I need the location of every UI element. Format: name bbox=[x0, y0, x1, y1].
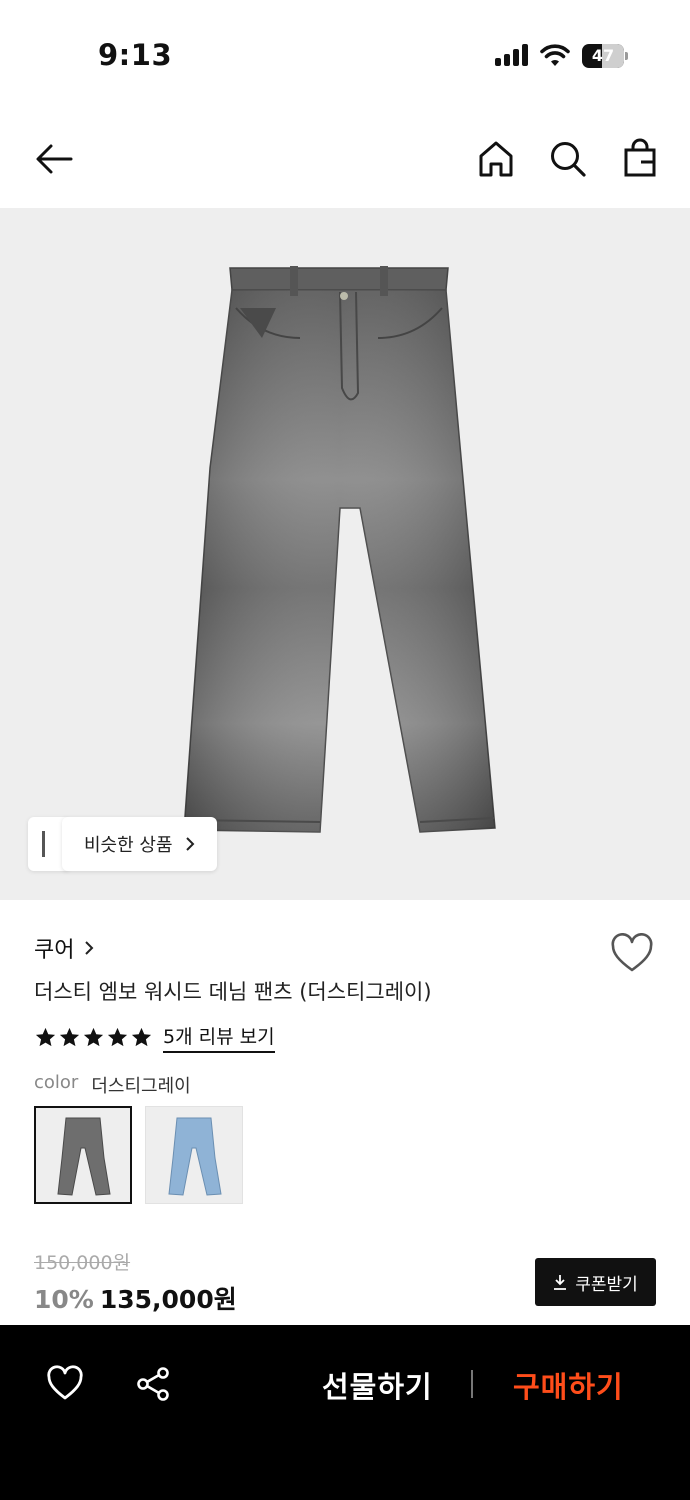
bottom-divider bbox=[471, 1370, 473, 1398]
home-icon[interactable] bbox=[475, 138, 517, 180]
star-icon bbox=[59, 1027, 80, 1047]
star-icon bbox=[83, 1027, 104, 1047]
price-row: 10% 135,000원 bbox=[34, 1280, 237, 1316]
review-link[interactable]: 5개 리뷰 보기 bbox=[163, 1022, 275, 1053]
star-icon bbox=[35, 1027, 56, 1047]
download-icon bbox=[554, 1275, 567, 1290]
product-image[interactable] bbox=[0, 208, 690, 900]
jeans-photo bbox=[183, 266, 496, 833]
similar-products-button[interactable]: 비슷한 상품 bbox=[62, 817, 217, 871]
status-time: 9:13 bbox=[98, 38, 173, 72]
battery-level: 47 bbox=[591, 46, 615, 65]
color-swatch-blue[interactable] bbox=[145, 1106, 243, 1204]
coupon-label: 쿠폰받기 bbox=[575, 1274, 638, 1295]
buy-button[interactable]: 구매하기 bbox=[513, 1364, 624, 1406]
sale-price: 135,000원 bbox=[99, 1285, 237, 1314]
color-swatch-gray[interactable] bbox=[34, 1106, 132, 1204]
rating-row: 5개 리뷰 보기 bbox=[34, 1022, 275, 1053]
wishlist-heart-icon[interactable] bbox=[610, 933, 654, 975]
wifi-icon bbox=[540, 44, 570, 66]
shopping-bag-icon[interactable] bbox=[619, 138, 661, 180]
coupon-download-button[interactable]: 쿠폰받기 bbox=[535, 1258, 656, 1306]
product-title: 더스티 엠보 워시드 데님 팬츠 (더스티그레이) bbox=[34, 980, 432, 1004]
battery-icon: 47 bbox=[582, 44, 628, 68]
gray-jeans-thumbnail bbox=[57, 1117, 111, 1196]
gift-button[interactable]: 선물하기 bbox=[322, 1364, 433, 1406]
chevron-right-icon bbox=[85, 941, 94, 955]
discount-rate: 10% bbox=[34, 1285, 94, 1314]
original-price: 150,000원 bbox=[34, 1252, 131, 1274]
star-icon bbox=[107, 1027, 128, 1047]
back-arrow-icon[interactable] bbox=[33, 138, 75, 180]
like-heart-icon[interactable] bbox=[46, 1365, 84, 1403]
brand-link[interactable]: 쿠어 bbox=[34, 932, 94, 964]
selected-color-value: 더스티그레이 bbox=[91, 1076, 191, 1097]
rating-stars bbox=[34, 1026, 153, 1049]
star-icon bbox=[131, 1027, 152, 1047]
similar-products-label: 비슷한 상품 bbox=[84, 835, 173, 856]
color-label: color bbox=[34, 1072, 79, 1093]
top-nav-bar bbox=[0, 110, 690, 208]
share-icon[interactable] bbox=[134, 1365, 172, 1403]
brand-name: 쿠어 bbox=[34, 938, 75, 963]
bottom-action-bar bbox=[0, 1325, 690, 1500]
blue-jeans-thumbnail bbox=[168, 1117, 222, 1196]
chevron-right-icon bbox=[185, 837, 194, 851]
cellular-signal-icon bbox=[495, 44, 529, 66]
color-row: color 더스티그레이 bbox=[34, 1072, 191, 1098]
status-bar: 9:13 47 bbox=[0, 0, 690, 110]
search-icon[interactable] bbox=[547, 138, 589, 180]
